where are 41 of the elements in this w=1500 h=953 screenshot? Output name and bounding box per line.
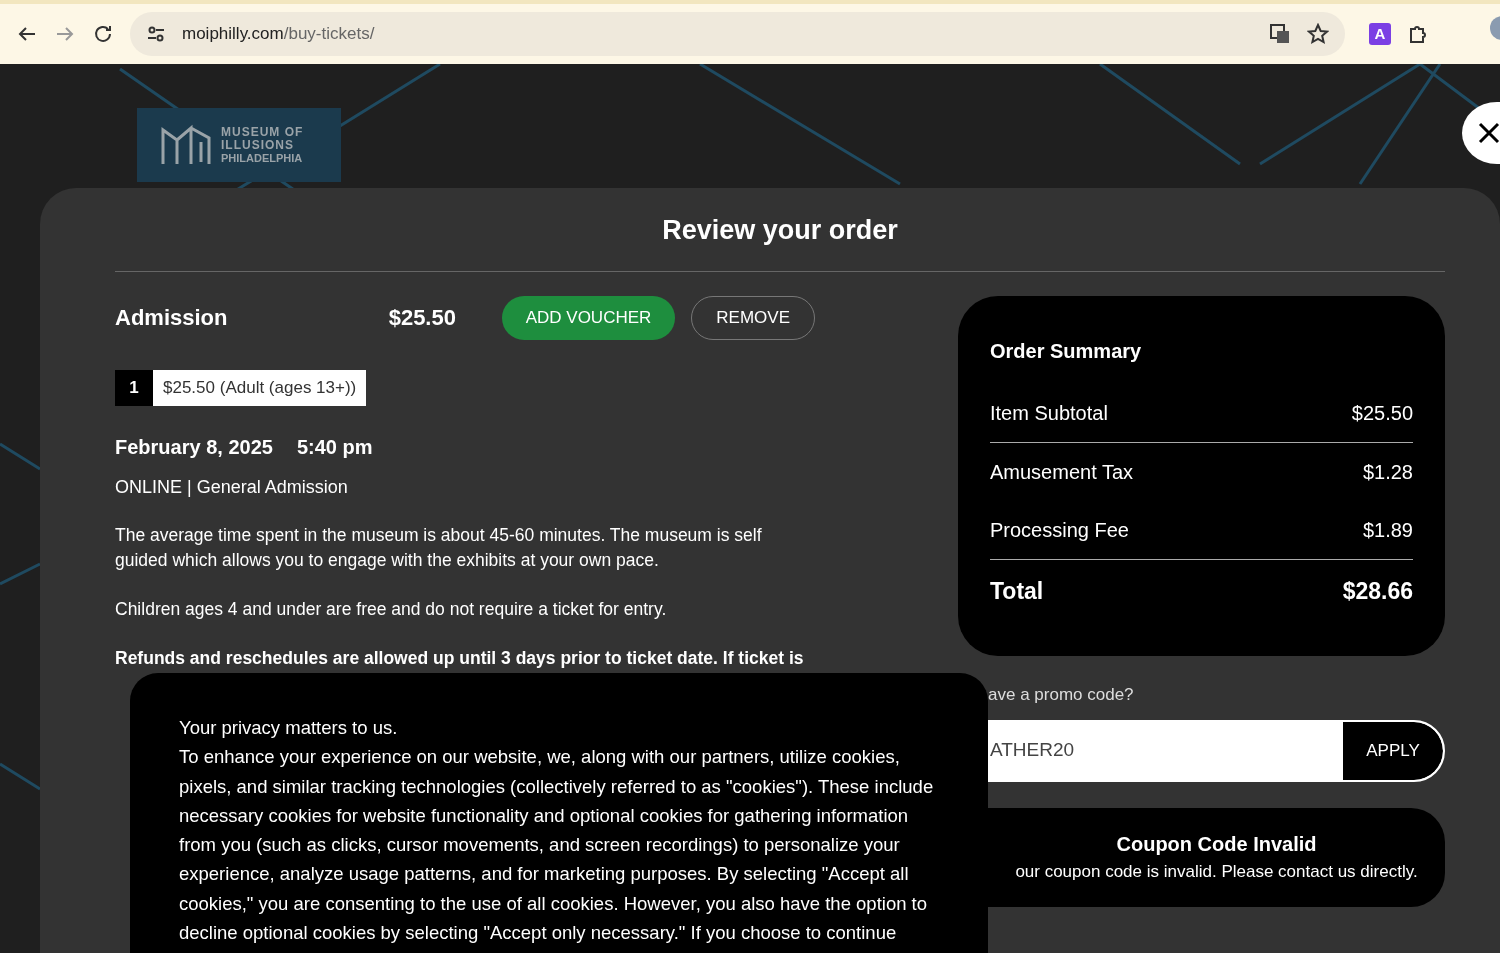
- summary-value: $25.50: [1351, 400, 1413, 426]
- reload-icon[interactable]: [92, 23, 114, 45]
- logo-text: MUSEUM OF: [221, 125, 304, 139]
- info-paragraph: Refunds and reschedules are allowed up until 3 days prior to ticket date. If ticket is: [115, 646, 805, 670]
- alert-message: our coupon code is invalid. Please contact us directly.: [1015, 861, 1418, 884]
- ticket-label: $25.50 (Adult (ages 13+)): [153, 369, 367, 406]
- ticket-quantity: 1: [115, 369, 153, 406]
- extension-button[interactable]: A: [1369, 23, 1391, 45]
- summary-value: $1.89: [1362, 517, 1413, 543]
- time-text: 5:40 pm: [296, 434, 373, 460]
- ticket-type: ONLINE | General Admission: [115, 475, 349, 499]
- star-icon[interactable]: [1307, 23, 1329, 45]
- promo-field[interactable]: ATHER20 APPLY: [988, 719, 1445, 782]
- summary-title: Order Summary: [990, 338, 1143, 364]
- alert-title: Coupon Code Invalid: [1116, 832, 1317, 858]
- address-bar[interactable]: moiphilly.com/buy-tickets/: [130, 12, 1345, 56]
- total-label: Total: [990, 576, 1044, 606]
- item-name: Admission: [115, 304, 229, 332]
- total-value: $28.66: [1342, 576, 1413, 606]
- site-settings-icon[interactable]: [146, 24, 166, 44]
- apply-button[interactable]: APPLY: [1343, 721, 1443, 780]
- url-text: moiphilly.com/buy-tickets/: [182, 23, 376, 46]
- logo[interactable]: MUSEUM OF ILLUSIONS PHILADELPHIA: [137, 108, 341, 182]
- logo-text: ILLUSIONS: [221, 138, 295, 152]
- summary-label: Amusement Tax: [990, 459, 1134, 485]
- summary-label: Item Subtotal: [990, 400, 1108, 426]
- summary-label: Processing Fee: [990, 517, 1129, 543]
- info-paragraph: The average time spent in the museum is about 45-60 minutes. The museum is self guided which allows you to engage with the exhibits at your own pace.: [115, 523, 763, 572]
- voucher-button[interactable]: ADD VOUCHER: [501, 295, 676, 340]
- logo-text: PHILADELPHIA: [221, 151, 304, 165]
- promo-label: ave a promo code?: [988, 684, 1135, 706]
- puzzle-icon[interactable]: [1407, 23, 1429, 45]
- logo-mark-icon: [161, 124, 213, 166]
- date-text: February 8, 2025: [115, 434, 273, 460]
- cookie-title: Your privacy matters to us.: [179, 716, 399, 740]
- cookie-text: To enhance your experience on our website, we, along with our partners, utilize cookies, pixels, and similar tracking technologies (collectively referred to as "cookies"). These include necessary cookies for website functionality and optional cookies for gathering information from you (such as clicks, cursor movements, and screen recordings) to personalize your experience, analyze usage patterns, and for marketing purposes. By selecting "Accept all cookies," you are consenting to the use of all cookies. However, you also have the option to decline optional cookies by selecting "Accept only necessary." If you choose to continue: [179, 745, 934, 946]
- summary-value: $1.28: [1362, 459, 1413, 485]
- page-title: Review your order: [115, 210, 1445, 272]
- item-price: $25.50: [388, 304, 457, 332]
- close-icon: [1478, 122, 1500, 144]
- info-paragraph: Children ages 4 and under are free and do not require a ticket for entry.: [115, 597, 668, 621]
